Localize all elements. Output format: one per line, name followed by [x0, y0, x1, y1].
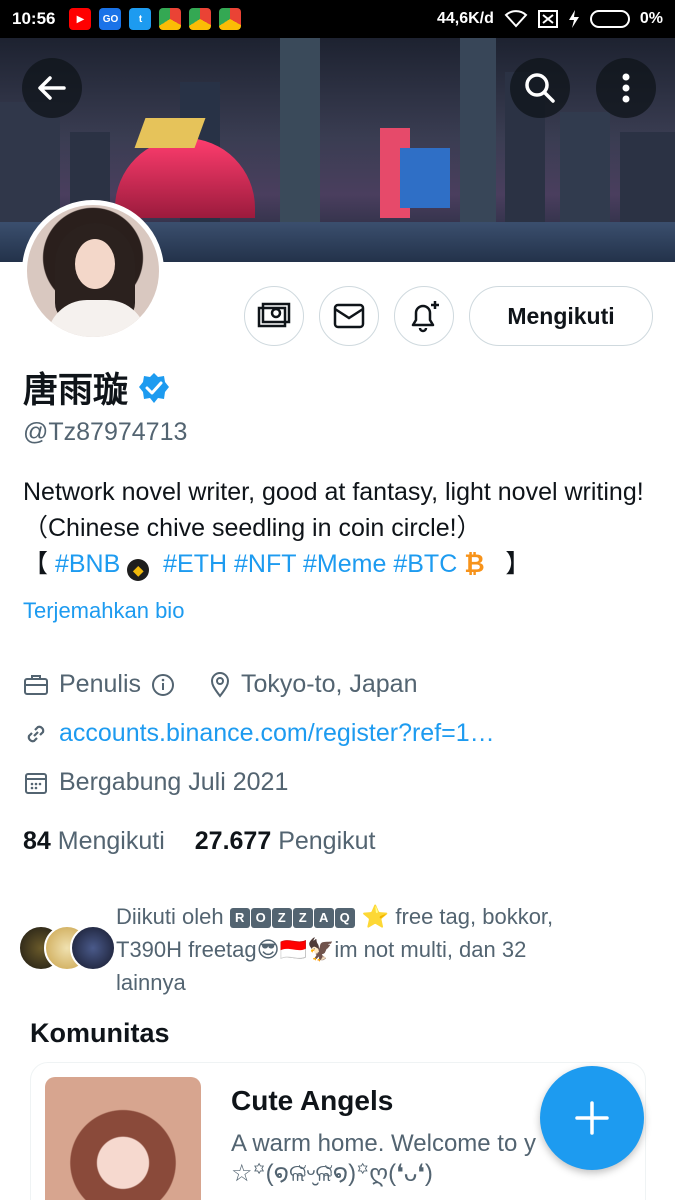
search-button[interactable]	[510, 58, 570, 118]
profile-bio: Network novel writer, good at fantasy, l…	[23, 474, 653, 582]
bell-plus-icon	[411, 301, 439, 333]
location-pin-icon	[210, 671, 230, 698]
profile-avatar[interactable]	[22, 200, 164, 342]
envelope-icon	[333, 303, 365, 329]
link-icon	[27, 725, 45, 742]
hashtag-nft[interactable]: #NFT	[234, 550, 296, 578]
profile-stats: 84 Mengikuti 27.677 Pengikut	[23, 827, 375, 856]
badge-letter: Z	[292, 908, 313, 928]
info-icon[interactable]	[151, 673, 175, 697]
profile-name-row: 唐雨璇	[23, 362, 170, 413]
followed-by-names: free tag, bokkor,	[395, 904, 554, 929]
bitcoin-icon: ₿	[464, 550, 485, 578]
search-icon	[525, 73, 555, 103]
profile-location: Tokyo-to, Japan	[241, 670, 418, 698]
badge-letter: O	[250, 908, 271, 928]
followed-by-names-2: T390H freetag😎🇮🇩🦅im not multi, dan 32	[116, 937, 527, 962]
following-count: 84	[23, 827, 51, 855]
more-options-button[interactable]	[596, 58, 656, 118]
badge-letter: R	[229, 908, 250, 928]
community-name: Cute Angels	[231, 1085, 394, 1116]
arrow-left-icon	[38, 76, 66, 100]
badge-letter: Z	[271, 908, 292, 928]
community-image	[45, 1077, 201, 1200]
follower-avatars	[18, 925, 118, 971]
message-button[interactable]	[319, 286, 379, 346]
youtube-icon: ▶	[69, 8, 92, 30]
bio-text: Network novel writer, good at fantasy, l…	[23, 478, 644, 542]
battery-level: 0%	[639, 10, 663, 27]
back-button[interactable]	[22, 58, 82, 118]
chrome-icon	[159, 8, 182, 30]
profile-handle: @Tz87974713	[23, 418, 188, 446]
more-vertical-icon	[622, 73, 630, 103]
bio-bracket-close: 】	[505, 550, 531, 578]
hashtag-eth[interactable]: #ETH	[163, 550, 227, 578]
compose-button[interactable]	[540, 1066, 644, 1170]
briefcase-icon	[24, 674, 48, 695]
star-icon: ⭐	[361, 904, 390, 929]
profile-meta-row: Penulis Tokyo-to, Japan	[23, 670, 418, 699]
hashtag-bnb[interactable]: #BNB	[55, 550, 120, 578]
badge-letter: A	[313, 908, 334, 928]
bnb-coin-icon: ◆	[127, 559, 150, 581]
avatar	[70, 925, 116, 971]
display-name: 唐雨璇	[23, 371, 129, 410]
profile-category: Penulis	[59, 670, 141, 698]
badge-letter: Q	[334, 908, 355, 928]
communities-heading: Komunitas	[30, 1018, 170, 1048]
following-label: Mengikuti	[57, 827, 165, 855]
bio-bracket-open: 【	[23, 550, 49, 578]
profile-website-row: accounts.binance.com/register?ref=1…	[23, 719, 495, 748]
followed-by-prefix: Diikuti oleh	[116, 904, 224, 929]
charging-icon	[568, 10, 579, 28]
followed-by-others: lainnya	[116, 970, 186, 995]
network-speed: 44,6K/d	[436, 10, 494, 27]
status-time: 10:56	[12, 9, 56, 28]
wifi-icon	[504, 10, 528, 28]
translate-bio-link[interactable]: Terjemahkan bio	[23, 598, 184, 624]
calendar-icon	[25, 772, 47, 794]
profile-joined-row: Bergabung Juli 2021	[23, 768, 288, 797]
notify-button[interactable]	[394, 286, 454, 346]
money-icon	[257, 302, 291, 328]
profile-joined-date: Bergabung Juli 2021	[59, 768, 289, 796]
followers-count: 27.677	[194, 827, 272, 855]
followed-by-text: Diikuti oleh ROZZAQ ⭐ free tag, bokkor, …	[116, 900, 656, 999]
twitter-icon: t	[129, 8, 152, 30]
sim-blocked-icon	[537, 10, 558, 28]
followers-stat[interactable]: 27.677 Pengikut	[195, 827, 376, 856]
go-icon: GO	[99, 8, 122, 30]
followers-label: Pengikut	[278, 827, 376, 855]
status-bar: 10:56 ▶ GO t 44,6K/d 0%	[0, 0, 675, 38]
battery-icon	[589, 10, 630, 28]
plus-icon	[575, 1101, 609, 1135]
profile-website-link[interactable]: accounts.binance.com/register?ref=1…	[59, 719, 495, 748]
chrome-icon	[219, 8, 242, 30]
following-button[interactable]: Mengikuti	[469, 286, 653, 346]
hashtag-meme[interactable]: #Meme	[303, 550, 386, 578]
following-stat[interactable]: 84 Mengikuti	[23, 827, 165, 856]
verified-badge-icon	[139, 372, 170, 403]
tip-button[interactable]	[244, 286, 304, 346]
hashtag-btc[interactable]: #BTC	[393, 550, 457, 578]
chrome-icon	[189, 8, 212, 30]
